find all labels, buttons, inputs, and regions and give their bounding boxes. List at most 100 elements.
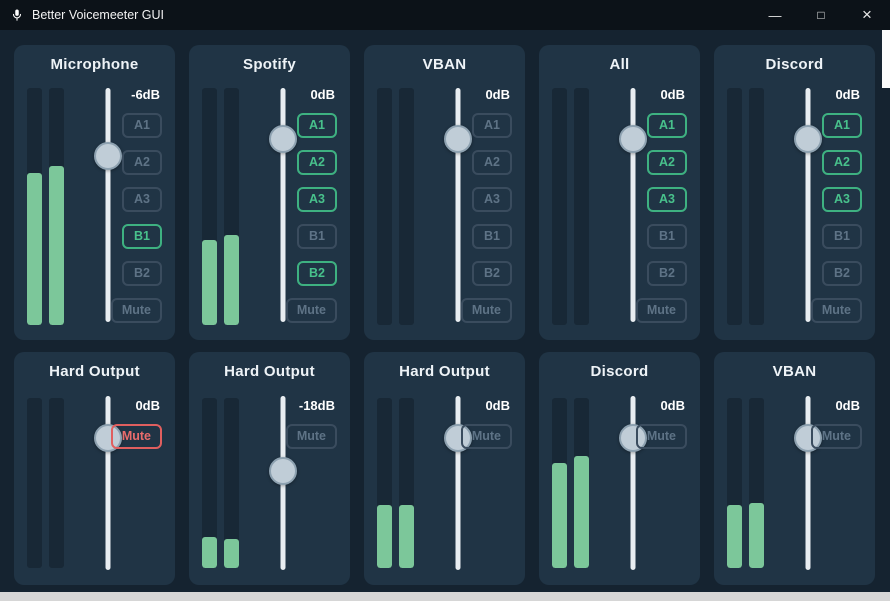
- mute-button[interactable]: Mute: [810, 424, 862, 449]
- mute-button[interactable]: Mute: [285, 298, 337, 323]
- vu-meter-left-fill: [202, 239, 217, 325]
- bus-a1-button[interactable]: A1: [822, 113, 862, 138]
- bus-b1-button[interactable]: B1: [122, 224, 162, 249]
- bus-buttons: Mute: [635, 424, 687, 449]
- bus-buttons: A1 A2 A3 B1 B2 Mute: [810, 113, 862, 323]
- slider-track: [105, 88, 111, 322]
- gain-db-label: 0dB: [660, 87, 685, 102]
- mute-button[interactable]: Mute: [110, 298, 162, 323]
- window-controls: — □ ×: [752, 0, 890, 30]
- bus-b2-button[interactable]: B2: [472, 261, 512, 286]
- bus-a2-button[interactable]: A2: [822, 150, 862, 175]
- close-button[interactable]: ×: [844, 0, 890, 30]
- vu-meter-left-fill: [27, 173, 42, 325]
- vu-meter-left: [377, 398, 392, 568]
- gain-db-label: -18dB: [298, 398, 335, 413]
- bus-b2-button[interactable]: B2: [297, 261, 337, 286]
- minimize-button[interactable]: —: [752, 0, 798, 30]
- gain-db-label: 0dB: [835, 398, 860, 413]
- mixer-grid: Microphone -6dB A1 A2 A3 B1 B2 Mute Spotify: [14, 45, 875, 585]
- bus-b1-button[interactable]: B1: [472, 224, 512, 249]
- vu-meter-left: [552, 398, 567, 568]
- slider-track: [105, 396, 111, 570]
- bus-a3-button[interactable]: A3: [647, 187, 687, 212]
- channel-strip: VBAN 0dB A1 A2 A3 B1 B2 Mute: [364, 45, 525, 340]
- mute-button[interactable]: Mute: [460, 424, 512, 449]
- bus-a2-button[interactable]: A2: [297, 150, 337, 175]
- strip-title: Spotify: [243, 56, 296, 73]
- channel-strip: Spotify 0dB A1 A2 A3 B1 B2 Mute: [189, 45, 350, 340]
- vu-meters: [27, 88, 64, 325]
- strip-title: Hard Output: [49, 363, 140, 380]
- vu-meter-right: [399, 88, 414, 325]
- strip-controls: 0dB Mute: [810, 398, 862, 449]
- strip-title: Discord: [590, 363, 649, 380]
- vu-meter-right-fill: [49, 166, 64, 325]
- bus-b2-button[interactable]: B2: [647, 261, 687, 286]
- vu-meter-right-fill: [224, 539, 239, 568]
- vu-meters: [202, 398, 239, 568]
- channel-strip: All 0dB A1 A2 A3 B1 B2 Mute: [539, 45, 700, 340]
- vu-meters: [552, 398, 589, 568]
- bottom-edge-strip: [0, 592, 890, 601]
- bus-b1-button[interactable]: B1: [647, 224, 687, 249]
- mute-button[interactable]: Mute: [110, 424, 162, 449]
- vu-meter-right: [49, 398, 64, 568]
- vu-meter-left-fill: [202, 537, 217, 568]
- gain-db-label: 0dB: [310, 87, 335, 102]
- vu-meter-right: [574, 88, 589, 325]
- bus-b2-button[interactable]: B2: [122, 261, 162, 286]
- strip-title: Discord: [765, 56, 824, 73]
- slider-track: [805, 396, 811, 570]
- bus-buttons: A1 A2 A3 B1 B2 Mute: [635, 113, 687, 323]
- mute-button[interactable]: Mute: [635, 298, 687, 323]
- mute-button[interactable]: Mute: [460, 298, 512, 323]
- titlebar: Better Voicemeeter GUI — □ ×: [0, 0, 890, 30]
- vu-meter-right-fill: [399, 505, 414, 568]
- bus-a2-button[interactable]: A2: [122, 150, 162, 175]
- right-scrollbar-sliver[interactable]: [882, 30, 890, 88]
- slider-knob[interactable]: [269, 456, 297, 485]
- slider-track: [455, 396, 461, 570]
- bus-a1-button[interactable]: A1: [647, 113, 687, 138]
- bus-a1-button[interactable]: A1: [297, 113, 337, 138]
- vu-meter-right: [399, 398, 414, 568]
- strip-title: VBAN: [422, 56, 467, 73]
- bus-b2-button[interactable]: B2: [822, 261, 862, 286]
- mute-button[interactable]: Mute: [635, 424, 687, 449]
- window-title: Better Voicemeeter GUI: [32, 8, 165, 22]
- vu-meter-left-fill: [552, 462, 567, 568]
- vu-meter-right: [224, 398, 239, 568]
- bus-a3-button[interactable]: A3: [297, 187, 337, 212]
- vu-meters: [727, 398, 764, 568]
- bus-b1-button[interactable]: B1: [297, 224, 337, 249]
- strip-controls: 0dB A1 A2 A3 B1 B2 Mute: [285, 87, 337, 323]
- channel-strip: Microphone -6dB A1 A2 A3 B1 B2 Mute: [14, 45, 175, 340]
- bus-a1-button[interactable]: A1: [472, 113, 512, 138]
- slider-track: [280, 88, 286, 322]
- maximize-button[interactable]: □: [798, 0, 844, 30]
- bus-b1-button[interactable]: B1: [822, 224, 862, 249]
- bus-a3-button[interactable]: A3: [122, 187, 162, 212]
- vu-meter-right: [49, 88, 64, 325]
- vu-meters: [727, 88, 764, 325]
- bus-a1-button[interactable]: A1: [122, 113, 162, 138]
- strip-controls: 0dB Mute: [635, 398, 687, 449]
- microphone-icon: [10, 8, 24, 22]
- vu-meter-right: [224, 88, 239, 325]
- slider-track: [455, 88, 461, 322]
- bus-a3-button[interactable]: A3: [822, 187, 862, 212]
- mute-button[interactable]: Mute: [810, 298, 862, 323]
- mute-button[interactable]: Mute: [285, 424, 337, 449]
- gain-db-label: 0dB: [135, 398, 160, 413]
- gain-db-label: 0dB: [485, 87, 510, 102]
- channel-strip: Discord 0dB Mute: [539, 352, 700, 585]
- strip-title: Hard Output: [224, 363, 315, 380]
- bus-a2-button[interactable]: A2: [472, 150, 512, 175]
- vu-meter-right-fill: [749, 503, 764, 568]
- vu-meter-right: [749, 88, 764, 325]
- bus-a2-button[interactable]: A2: [647, 150, 687, 175]
- vu-meter-left: [377, 88, 392, 325]
- bus-a3-button[interactable]: A3: [472, 187, 512, 212]
- vu-meter-left: [27, 88, 42, 325]
